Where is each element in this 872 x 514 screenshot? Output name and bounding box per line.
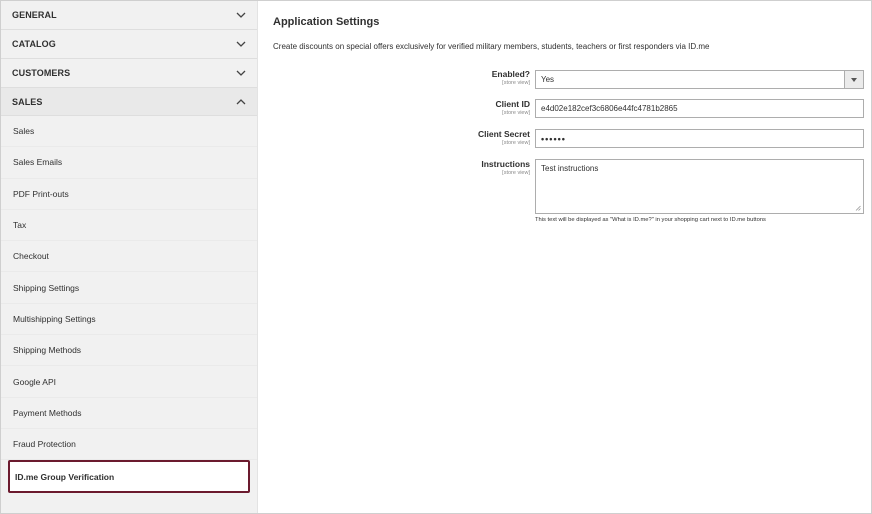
field-label-client-id: Client ID [store view] bbox=[496, 99, 530, 116]
chevron-up-icon bbox=[235, 97, 247, 107]
sidebar-item-tax[interactable]: Tax bbox=[1, 209, 257, 242]
sidebar-item-sales[interactable]: Sales bbox=[1, 116, 257, 148]
field-label-client-secret: Client Secret [store view] bbox=[478, 129, 530, 146]
sidebar-item-idme-group-verification[interactable]: ID.me Group Verification bbox=[8, 460, 250, 494]
scope-label: [store view] bbox=[502, 80, 530, 86]
instructions-value: Test instructions bbox=[541, 164, 599, 173]
section-title: SALES bbox=[12, 96, 43, 107]
chevron-down-icon bbox=[235, 10, 247, 20]
field-label-instructions: Instructions [store view] bbox=[481, 159, 530, 176]
config-sidebar: GENERAL CATALOG CUSTOMERS SALES Sales Sa… bbox=[1, 1, 258, 513]
chevron-down-icon bbox=[235, 68, 247, 78]
sidebar-item-payment-methods[interactable]: Payment Methods bbox=[1, 397, 257, 429]
sales-sub-list: Sales Sales Emails PDF Print-outs Tax Ch… bbox=[1, 116, 257, 494]
section-customers[interactable]: CUSTOMERS bbox=[1, 59, 257, 88]
sidebar-item-shipping-methods[interactable]: Shipping Methods bbox=[1, 335, 257, 367]
sidebar-item-sales-emails[interactable]: Sales Emails bbox=[1, 147, 257, 179]
scope-label: [store view] bbox=[502, 110, 530, 116]
field-label: Client Secret bbox=[478, 129, 530, 139]
sidebar-item-google-api[interactable]: Google API bbox=[1, 366, 257, 398]
section-title: CATALOG bbox=[12, 39, 56, 49]
client-id-input[interactable]: e4d02e182cef3c6806e44fc4781b2865 bbox=[535, 99, 864, 118]
section-catalog[interactable]: CATALOG bbox=[1, 30, 257, 59]
main-content: Application Settings Create discounts on… bbox=[273, 10, 865, 223]
caret-down-icon[interactable] bbox=[844, 71, 863, 88]
page-title: Application Settings bbox=[273, 16, 380, 28]
section-description: Create discounts on special offers exclu… bbox=[273, 42, 710, 51]
field-label-enabled: Enabled? [store view] bbox=[492, 69, 530, 86]
section-general[interactable]: GENERAL bbox=[1, 1, 257, 30]
field-label: Client ID bbox=[495, 99, 530, 109]
field-label: Enabled? bbox=[491, 69, 530, 79]
field-label: Instructions bbox=[481, 159, 530, 169]
sidebar-item-pdf-print-outs[interactable]: PDF Print-outs bbox=[1, 178, 257, 210]
chevron-down-icon bbox=[235, 39, 247, 49]
section-title: GENERAL bbox=[12, 10, 57, 20]
enabled-select[interactable]: Yes bbox=[535, 70, 864, 89]
client-secret-input[interactable]: •••••• bbox=[535, 129, 864, 148]
sidebar-item-shipping-settings[interactable]: Shipping Settings bbox=[1, 272, 257, 304]
section-title: CUSTOMERS bbox=[12, 68, 71, 78]
sidebar-item-multishipping-settings[interactable]: Multishipping Settings bbox=[1, 303, 257, 336]
section-sales[interactable]: SALES bbox=[1, 88, 257, 116]
sidebar-item-checkout[interactable]: Checkout bbox=[1, 241, 257, 273]
sidebar-item-fraud-protection[interactable]: Fraud Protection bbox=[1, 428, 257, 461]
instructions-note: This text will be displayed as "What is … bbox=[535, 217, 766, 223]
enabled-select-value: Yes bbox=[541, 75, 555, 84]
instructions-textarea[interactable]: Test instructions bbox=[535, 159, 864, 214]
resize-grip-icon[interactable] bbox=[855, 205, 861, 211]
scope-label: [store view] bbox=[502, 140, 530, 146]
scope-label: [store view] bbox=[502, 170, 530, 176]
